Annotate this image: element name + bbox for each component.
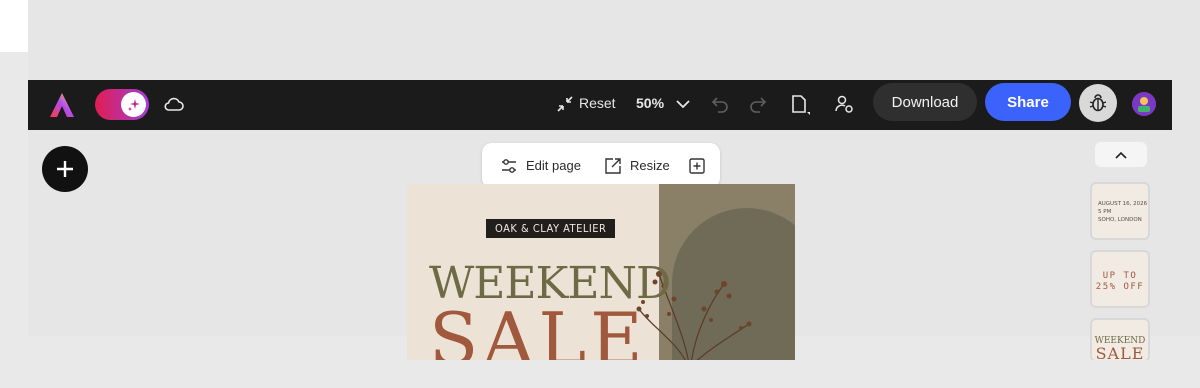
page-thumbnail-3[interactable]: WEEKEND SALE xyxy=(1090,318,1150,362)
bug-icon xyxy=(1089,94,1107,112)
bug-report-button[interactable] xyxy=(1079,84,1117,122)
sparkle-icon xyxy=(121,92,146,117)
page-thumbnail-1[interactable]: AUGUST 16, 2026 5 PM SOHO, LONDON xyxy=(1090,182,1150,240)
resize-label: Resize xyxy=(630,158,670,173)
headline-sale: SALE xyxy=(429,297,647,360)
thumbnail-1-text: AUGUST 16, 2026 5 PM SOHO, LONDON xyxy=(1098,200,1147,224)
chevron-down-icon[interactable] xyxy=(672,93,694,115)
chevron-up-icon xyxy=(1115,151,1127,159)
avatar[interactable] xyxy=(1132,92,1156,116)
reset-button[interactable]: Reset xyxy=(579,95,616,111)
cloud-icon[interactable] xyxy=(163,93,185,115)
top-toolbar: Reset 50% Download Share xyxy=(28,80,1172,130)
shrink-arrows-icon[interactable] xyxy=(554,93,576,115)
document-icon[interactable] xyxy=(788,93,810,115)
thumbnail-1-line-3: SOHO, LONDON xyxy=(1098,217,1142,223)
add-element-button[interactable] xyxy=(42,146,88,192)
person-settings-icon[interactable] xyxy=(833,93,855,115)
thumbnail-1-line-2: 5 PM xyxy=(1098,209,1112,215)
edit-page-label: Edit page xyxy=(526,158,581,173)
zoom-level[interactable]: 50% xyxy=(636,95,664,111)
sliders-icon xyxy=(502,158,516,173)
thumbnail-2-text: UP TO 25% OFF xyxy=(1092,271,1148,293)
resize-icon xyxy=(605,157,621,174)
add-page-button[interactable] xyxy=(688,143,706,188)
design-canvas[interactable]: OAK & CLAY ATELIER WEEKEND SALE xyxy=(407,184,795,360)
thumbnail-2-line-2: 25% OFF xyxy=(1095,282,1145,292)
resize-button[interactable]: Resize xyxy=(604,143,670,188)
add-page-icon xyxy=(689,157,705,174)
bottom-area xyxy=(0,360,1200,388)
brand-badge: OAK & CLAY ATELIER xyxy=(486,219,616,238)
share-button[interactable]: Share xyxy=(985,83,1071,121)
sparkle-toggle[interactable] xyxy=(95,89,149,120)
undo-icon[interactable] xyxy=(709,93,731,115)
thumbnail-2-line-1: UP TO xyxy=(1102,271,1138,281)
adobe-express-logo-icon[interactable] xyxy=(48,91,76,119)
plus-icon xyxy=(57,161,73,177)
collapse-pages-button[interactable] xyxy=(1095,142,1147,167)
download-button[interactable]: Download xyxy=(873,83,977,121)
redo-icon[interactable] xyxy=(747,93,769,115)
page-thumbnail-2[interactable]: UP TO 25% OFF xyxy=(1090,250,1150,308)
page-tools-bar: Edit page Resize xyxy=(482,143,720,188)
user-avatar-icon xyxy=(1132,92,1156,116)
thumbnail-1-line-1: AUGUST 16, 2026 xyxy=(1098,201,1148,207)
edit-page-button[interactable]: Edit page xyxy=(500,143,581,188)
